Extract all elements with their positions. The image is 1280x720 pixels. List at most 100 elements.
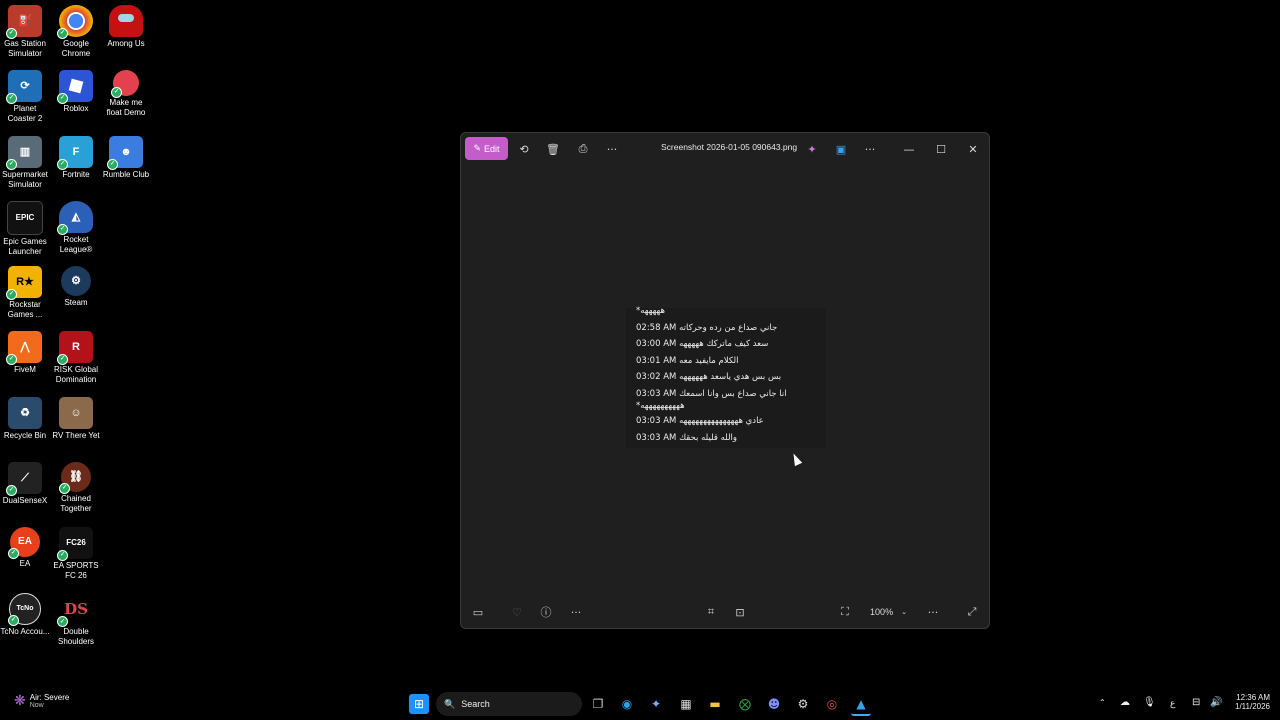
onedrive-icon[interactable]: ☁ [1120, 697, 1130, 708]
desktop-icon-label: Rocket League® [59, 235, 93, 254]
desktop-icon-gas-station[interactable]: ⛽ ✓ Gas Station Simulator [0, 5, 50, 59]
desktop-icon-steam[interactable]: ⚙ Steam [51, 266, 101, 308]
file-explorer-icon[interactable]: ▬ [705, 694, 725, 714]
desktop-icon-label: Steam [64, 298, 88, 307]
desktop-icon-make-me-float[interactable]: ✓ Make me float Demo [101, 70, 151, 118]
desktop-icon-ea[interactable]: EA ✓ EA [0, 527, 50, 569]
clock[interactable]: 12:36 AM 1/11/2026 [1228, 693, 1270, 711]
start-icon[interactable]: ⊞ [409, 694, 429, 714]
filmstrip-icon[interactable]: ▭ [467, 602, 489, 622]
desktop-icon-rocket-league[interactable]: ◭ ✓ Rocket League® [51, 201, 101, 255]
sync-check-icon: ✓ [8, 548, 19, 559]
desktop-icon-label: Supermarket Simulator [2, 170, 48, 189]
desktop-icon-label: Roblox [63, 104, 89, 113]
rocket-league-icon: ◭ ✓ [57, 201, 93, 235]
more-options-icon[interactable]: ··· [601, 139, 623, 159]
desktop-icon-double-shoulders[interactable]: DS ✓ Double Shoulders [51, 593, 101, 647]
desktop-icon-rumble-club[interactable]: ☻ ✓ Rumble Club [101, 136, 151, 180]
title-bar: ✎ Edit ⟲ 🗑 ⎙ ··· Screenshot 2026-01-05 0… [461, 133, 989, 165]
desktop-icon-fivem[interactable]: ⋀ ✓ FiveM [0, 331, 50, 375]
minimize-icon[interactable]: — [898, 139, 920, 159]
zoom-dropdown[interactable]: 100% ⌄ [861, 603, 916, 621]
chat-line: 03:01 AM الكلام مايفيد معه [636, 356, 739, 366]
sync-check-icon: ✓ [6, 28, 17, 39]
desktop-icon-label: Rockstar Games ... [7, 300, 43, 319]
desktop-icon-recycle-bin[interactable]: ♻ Recycle Bin [0, 397, 50, 441]
bottom-more-icon[interactable]: ··· [565, 602, 587, 622]
xbox-icon[interactable]: ⨂ [735, 694, 755, 714]
volume-icon[interactable]: 🔊 [1210, 697, 1222, 708]
chat-line: 03:00 AM سعد كيف ماتركك هههههه [636, 339, 768, 349]
language-indicator[interactable]: ع [1170, 698, 1175, 709]
maximize-icon[interactable]: ☐ [930, 139, 952, 159]
network-icon[interactable]: ⊟ [1192, 697, 1200, 708]
zoom-more-icon[interactable]: ··· [922, 602, 944, 622]
desktop-icon-label: RISK Global Domination [53, 365, 99, 384]
sync-check-icon: ✓ [107, 159, 118, 170]
title-more-icon[interactable]: ··· [859, 139, 881, 159]
epic-games-icon: EPIC [7, 201, 43, 235]
recycle-bin-icon: ♻ [8, 397, 42, 429]
favorite-icon[interactable]: ♡ [506, 602, 528, 622]
visual-search-icon[interactable]: ⊡ [729, 602, 751, 622]
search-box[interactable]: 🔍 Search [436, 692, 582, 716]
photos-taskbar-icon[interactable]: ▲ [851, 694, 871, 716]
store-icon[interactable]: ▦ [676, 694, 696, 714]
desktop-icon-chrome[interactable]: ✓ Google Chrome [51, 5, 101, 59]
desktop-icon-planet-coaster[interactable]: ⟳ ✓ Planet Coaster 2 [0, 70, 50, 124]
show-hidden-icons[interactable]: ⌃ [1099, 698, 1106, 707]
microphone-icon[interactable]: 🎙 [1143, 697, 1156, 708]
info-icon[interactable]: ⓘ [535, 602, 557, 622]
desktop-icon-epic-games[interactable]: EPIC Epic Games Launcher [0, 201, 50, 257]
desktop-icon-rv-there-yet[interactable]: ☺ RV There Yet [51, 397, 101, 441]
sync-check-icon: ✓ [6, 289, 17, 300]
fit-to-window-icon[interactable]: ⛶ [834, 602, 856, 622]
fullscreen-icon[interactable]: ⤢ [961, 602, 983, 622]
desktop-icon-label: Recycle Bin [3, 431, 47, 440]
desktop-icon-label: Epic Games Launcher [3, 237, 47, 256]
delete-icon[interactable]: 🗑 [542, 139, 564, 159]
copilot-icon[interactable]: ✦ [801, 139, 823, 159]
steam-icon: ⚙ [61, 266, 91, 296]
among-us-icon [109, 5, 143, 37]
desktop-icon-chained-together[interactable]: ⛓ ✓ Chained Together [51, 462, 101, 514]
sync-check-icon: ✓ [6, 93, 17, 104]
desktop-icon-fortnite[interactable]: F ✓ Fortnite [51, 136, 101, 180]
scan-text-icon[interactable]: ⌗ [700, 602, 722, 622]
edit-button[interactable]: ✎ Edit [465, 137, 508, 160]
chat-text: *هههههه [636, 306, 665, 316]
print-icon[interactable]: ⎙ [572, 139, 594, 159]
weather-widget[interactable]: ❋ Air: Severe Now [14, 692, 69, 709]
task-view-icon[interactable]: ❐ [588, 694, 608, 714]
chat-text: والله قليله بحقك [679, 433, 738, 443]
edge-icon[interactable]: ◉ [617, 694, 637, 714]
clipchamp-icon[interactable]: ▣ [830, 139, 852, 159]
sync-check-icon: ✓ [57, 93, 68, 104]
photos-window: ✎ Edit ⟲ 🗑 ⎙ ··· Screenshot 2026-01-05 0… [460, 132, 990, 629]
desktop-icon-tcno[interactable]: TcNo ✓ TcNo Accou... [0, 593, 50, 637]
weather-icon: ❋ [14, 692, 26, 708]
edit-icon: ✎ [473, 143, 482, 153]
steam-taskbar-icon[interactable]: ⚙ [793, 694, 813, 714]
balloon-icon: ✓ [111, 70, 139, 98]
risk-icon: R ✓ [57, 331, 93, 365]
planet-coaster-icon: ⟳ ✓ [6, 70, 42, 104]
desktop-icon-among-us[interactable]: Among Us [101, 5, 151, 49]
chat-text: جاني صداع من رده وحركاته [679, 323, 778, 333]
desktop-icon-rockstar[interactable]: R★ ✓ Rockstar Games ... [0, 266, 50, 320]
close-icon[interactable]: ✕ [962, 139, 984, 159]
chrome-icon: ✓ [57, 5, 93, 39]
rotate-icon[interactable]: ⟲ [513, 139, 535, 159]
desktop-icon-roblox[interactable]: ✓ Roblox [51, 70, 101, 114]
roblox-square [68, 78, 84, 94]
chat-text: انا جاني صداع بس وانا اسمعك [679, 389, 787, 399]
discord-icon[interactable]: ☻ [764, 694, 784, 714]
desktop-icon-dualsensex[interactable]: ⟋ ✓ DualSenseX [0, 462, 50, 506]
desktop-icon-ea-sports-fc[interactable]: FC26 ✓ EA SPORTS FC 26 [51, 527, 101, 581]
desktop-icon-label: Among Us [107, 39, 145, 48]
desktop-icon-risk[interactable]: R ✓ RISK Global Domination [51, 331, 101, 385]
copilot-taskbar-icon[interactable]: ✦ [646, 694, 666, 714]
fortnite-icon: F ✓ [57, 136, 93, 170]
chrome-taskbar-icon[interactable]: ◎ [822, 694, 842, 714]
desktop-icon-supermarket[interactable]: ▥ ✓ Supermarket Simulator [0, 136, 50, 190]
